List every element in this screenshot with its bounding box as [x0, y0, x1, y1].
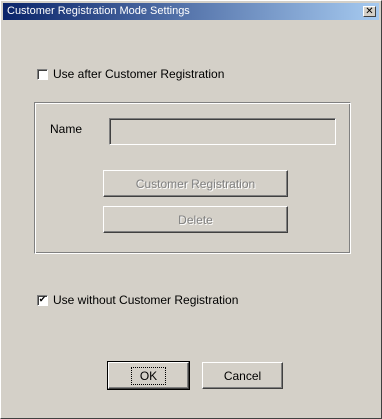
use-after-option[interactable]: Use after Customer Registration [37, 67, 224, 81]
use-without-label: Use without Customer Registration [53, 293, 239, 307]
customer-registration-button[interactable]: Customer Registration [103, 170, 288, 197]
ok-button-label: OK [130, 366, 167, 385]
customer-registration-button-label: Customer Registration [135, 176, 256, 191]
ok-button[interactable]: OK [107, 361, 190, 390]
check-icon: ✔ [38, 294, 47, 305]
window-title: Customer Registration Mode Settings [7, 5, 190, 17]
title-bar: Customer Registration Mode Settings ✕ [3, 3, 379, 20]
name-label: Name [50, 122, 83, 136]
use-without-option[interactable]: ✔ Use without Customer Registration [37, 293, 238, 307]
use-after-checkbox[interactable] [37, 68, 48, 80]
close-icon[interactable]: ✕ [363, 6, 376, 17]
cancel-button[interactable]: Cancel [202, 362, 283, 389]
dialog-window: Customer Registration Mode Settings ✕ Us… [0, 0, 382, 419]
name-field[interactable] [109, 118, 336, 145]
delete-button-label: Delete [178, 212, 213, 227]
use-after-label: Use after Customer Registration [53, 67, 225, 81]
delete-button[interactable]: Delete [103, 206, 288, 233]
cancel-button-label: Cancel [223, 368, 262, 383]
use-without-checkbox[interactable]: ✔ [37, 294, 48, 306]
